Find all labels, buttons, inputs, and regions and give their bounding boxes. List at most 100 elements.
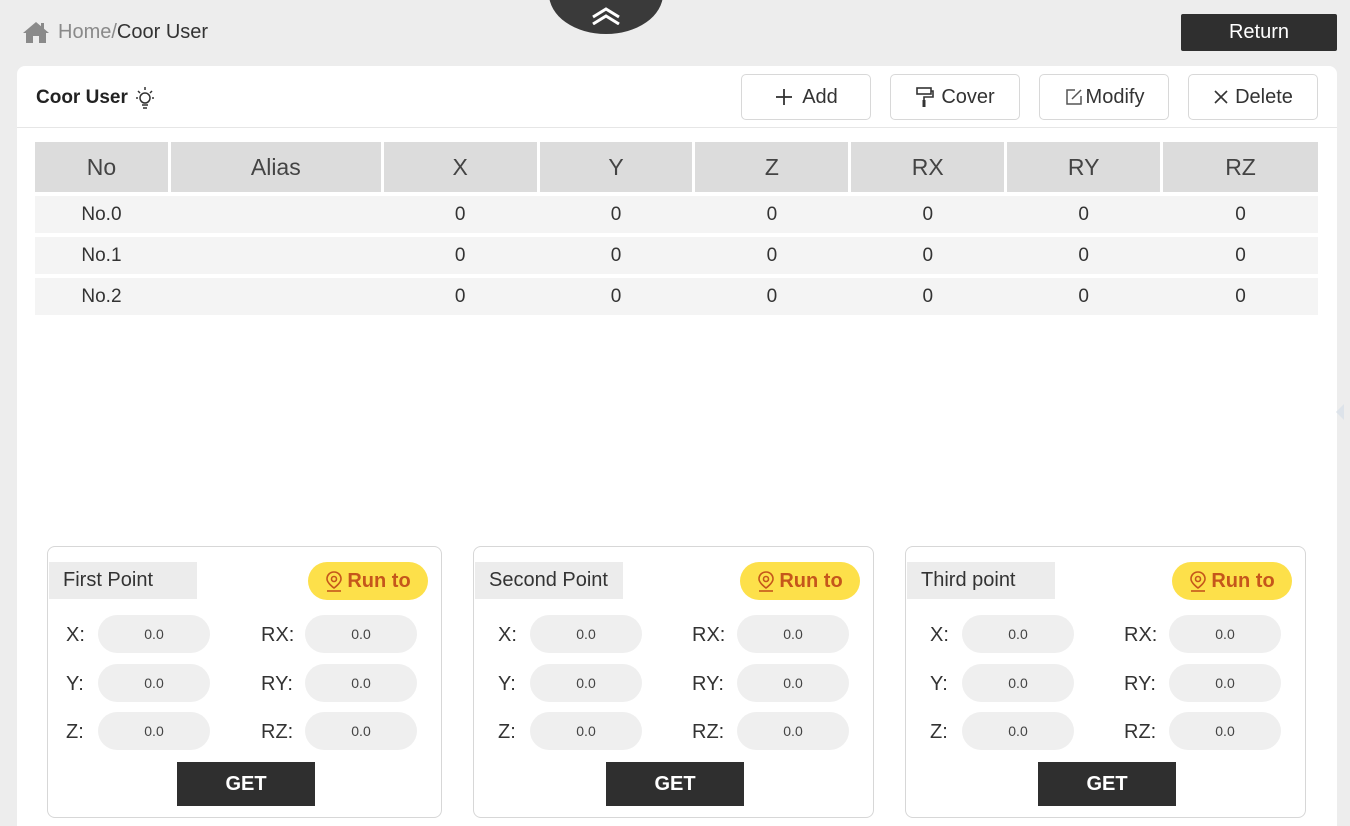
run-to-button[interactable]: Run to <box>740 562 860 600</box>
add-button-label: Add <box>802 85 838 108</box>
ry-field[interactable] <box>737 664 849 702</box>
z-field[interactable] <box>962 712 1074 750</box>
panel-title-text: Coor User <box>36 87 128 108</box>
x-field[interactable] <box>962 615 1074 653</box>
z-field[interactable] <box>98 712 210 750</box>
table-cell: 0 <box>1078 244 1089 266</box>
ry-label: RY: <box>261 673 293 695</box>
table-header: No Alias X Y Z RX RY RZ <box>35 142 1318 192</box>
table-cell: No.0 <box>81 203 122 225</box>
rz-field[interactable] <box>737 712 849 750</box>
first-point-card: First Point Run to X: RX: Y: RY: Z: RZ: … <box>47 546 442 818</box>
rz-label: RZ: <box>1124 721 1157 743</box>
table-cell: 0 <box>454 285 466 307</box>
ry-label: RY: <box>1124 673 1156 695</box>
y-label: Y: <box>930 673 948 695</box>
edit-icon <box>1065 89 1082 105</box>
table-cell: 0 <box>610 285 622 307</box>
run-to-button[interactable]: Run to <box>308 562 428 600</box>
y-field[interactable] <box>962 664 1074 702</box>
x-field[interactable] <box>98 615 210 653</box>
modify-button-label: Modify <box>1085 85 1145 108</box>
lightbulb-icon[interactable] <box>134 86 156 110</box>
point-title: Third point <box>907 562 1055 599</box>
run-to-label: Run to <box>1211 569 1275 592</box>
column-header-z: Z <box>695 142 849 192</box>
table-cell: 0 <box>454 203 466 225</box>
column-header-ry: RY <box>1007 142 1161 192</box>
rx-label: RX: <box>1124 624 1158 646</box>
table-cell: 0 <box>1235 244 1246 266</box>
return-button[interactable]: Return <box>1181 14 1337 51</box>
run-to-label: Run to <box>779 569 843 592</box>
rx-label: RX: <box>692 624 726 646</box>
rz-field[interactable] <box>305 712 417 750</box>
rx-label: RX: <box>261 624 295 646</box>
get-button[interactable]: GET <box>1038 762 1176 806</box>
modify-button[interactable]: Modify <box>1039 74 1169 120</box>
get-button[interactable]: GET <box>177 762 315 806</box>
rx-field[interactable] <box>305 615 417 653</box>
table-cell: 0 <box>1078 285 1089 307</box>
table-row[interactable]: No.0 0 0 0 0 0 0 <box>35 196 1318 233</box>
x-label: X: <box>498 624 517 646</box>
location-pin-icon <box>326 571 343 592</box>
z-label: Z: <box>498 721 516 743</box>
breadcrumb: Home / Coor User <box>22 20 208 44</box>
rz-label: RZ: <box>261 721 294 743</box>
add-button[interactable]: Add <box>741 74 871 120</box>
y-label: Y: <box>498 673 516 695</box>
y-label: Y: <box>66 673 84 695</box>
get-button[interactable]: GET <box>606 762 744 806</box>
cover-button[interactable]: Cover <box>890 74 1020 120</box>
x-label: X: <box>930 624 949 646</box>
ry-field[interactable] <box>1169 664 1281 702</box>
double-chevron-up-icon <box>592 7 620 25</box>
table-row[interactable]: No.1 0 0 0 0 0 0 <box>35 237 1318 274</box>
table-cell: 0 <box>1078 203 1089 225</box>
point-title: Second Point <box>475 562 623 599</box>
ry-field[interactable] <box>305 664 417 702</box>
ry-label: RY: <box>692 673 724 695</box>
y-field[interactable] <box>530 664 642 702</box>
breadcrumb-home[interactable]: Home <box>58 21 111 44</box>
collapse-toggle[interactable] <box>549 0 663 34</box>
table-cell: 0 <box>922 285 934 307</box>
rx-field[interactable] <box>1169 615 1281 653</box>
column-header-x: X <box>383 142 537 192</box>
table-cell <box>171 196 381 233</box>
table-cell: 0 <box>922 203 934 225</box>
rz-field[interactable] <box>1169 712 1281 750</box>
table-cell: 0 <box>766 285 778 307</box>
panel-header: Coor User Add Cover Modify Delete <box>17 66 1337 128</box>
coor-user-panel: Coor User Add Cover Modify Delete No Ali… <box>17 66 1337 826</box>
table-cell: No.1 <box>81 244 122 266</box>
table-row[interactable]: No.2 0 0 0 0 0 0 <box>35 278 1318 315</box>
coordinate-table: No Alias X Y Z RX RY RZ No.0 0 0 0 0 0 0… <box>35 142 1318 315</box>
table-cell <box>171 237 381 274</box>
table-cell: 0 <box>766 244 778 266</box>
third-point-card: Third point Run to X: RX: Y: RY: Z: RZ: … <box>905 546 1306 818</box>
top-bar: Home / Coor User Return <box>0 0 1350 66</box>
run-to-button[interactable]: Run to <box>1172 562 1292 600</box>
table-cell: 0 <box>1235 203 1246 225</box>
side-drawer-handle[interactable] <box>1336 404 1344 420</box>
table-cell <box>171 278 381 315</box>
x-field[interactable] <box>530 615 642 653</box>
point-title: First Point <box>49 562 197 599</box>
table-cell: 0 <box>1235 285 1246 307</box>
column-header-alias: Alias <box>170 142 381 192</box>
table-cell: 0 <box>610 244 622 266</box>
rx-field[interactable] <box>737 615 849 653</box>
column-header-rx: RX <box>851 142 1005 192</box>
z-field[interactable] <box>530 712 642 750</box>
delete-button[interactable]: Delete <box>1188 74 1318 120</box>
table-cell: No.2 <box>81 285 122 307</box>
home-icon[interactable] <box>22 20 50 44</box>
table-cell: 0 <box>610 203 622 225</box>
column-header-no: No <box>35 142 168 192</box>
run-to-label: Run to <box>347 569 411 592</box>
z-label: Z: <box>66 721 84 743</box>
location-pin-icon <box>1190 571 1207 592</box>
y-field[interactable] <box>98 664 210 702</box>
